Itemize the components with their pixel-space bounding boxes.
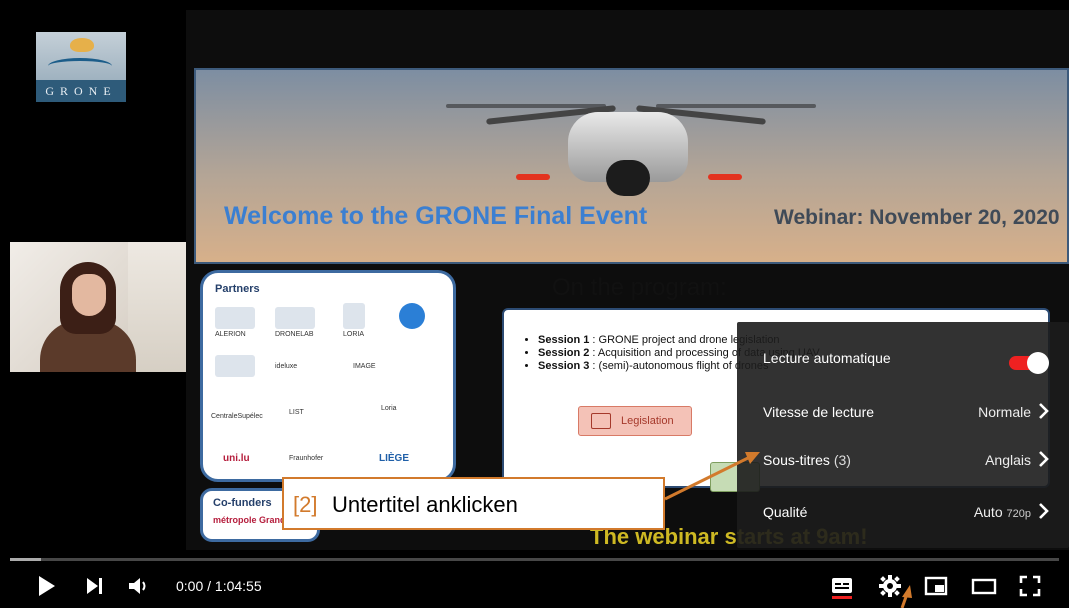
time-display: 0:00 / 1:04:55: [176, 578, 262, 594]
subtitles-label: Sous-titres: [763, 452, 830, 468]
menu-item-quality[interactable]: Qualité Auto 720p: [737, 488, 1069, 536]
chevron-right-icon: [1039, 403, 1049, 419]
legislation-label: Legislation: [578, 406, 692, 436]
settings-menu: Lecture automatique Vitesse de lecture N…: [737, 322, 1069, 548]
quality-value: Auto: [973, 504, 1003, 520]
partners-label: Partners: [215, 283, 260, 295]
scales-icon: [591, 413, 611, 429]
drone-image: [446, 82, 816, 222]
partner-logo: Fraunhofer: [289, 455, 324, 462]
time-separator: /: [203, 578, 215, 594]
video-player[interactable]: GRONE Welcome to the GRONE Final Event W…: [0, 0, 1069, 608]
menu-item-autoplay[interactable]: Lecture automatique: [737, 334, 1069, 382]
cofunders-label: Co-funders: [213, 497, 272, 509]
partner-logo: Loria: [381, 405, 397, 412]
grone-logo: GRONE: [36, 32, 126, 102]
partner-logo: DRONELAB: [275, 331, 314, 338]
control-bar: 0:00 / 1:04:55: [0, 562, 1069, 608]
settings-icon[interactable]: [876, 572, 904, 600]
presenter-webcam: [10, 242, 186, 372]
slide-title: Welcome to the GRONE Final Event: [224, 202, 648, 230]
annotation-number: [2]: [293, 492, 318, 517]
partner-logo: ALERION: [215, 331, 246, 338]
partner-logo: CentraleSupélec: [211, 413, 263, 420]
subtitles-icon[interactable]: [828, 572, 856, 600]
annotation-callout: [2] Untertitel anklicken: [282, 477, 665, 530]
subtitles-count: (3): [833, 452, 851, 468]
theater-icon[interactable]: [970, 572, 998, 600]
partner-logo: LIÈGE: [379, 453, 410, 464]
fullscreen-icon[interactable]: [1016, 572, 1044, 600]
menu-item-subtitles[interactable]: Sous-titres (3) Anglais: [737, 436, 1069, 484]
partner-logo: IMAGE: [353, 363, 376, 370]
grone-logo-text: GRONE: [36, 80, 126, 102]
partners-box: Partners ALERION DRONELAB LORIA ideluxe …: [200, 270, 456, 482]
next-icon[interactable]: [80, 572, 108, 600]
miniplayer-icon[interactable]: [922, 572, 950, 600]
autoplay-toggle[interactable]: [1007, 352, 1049, 374]
menu-item-playback-speed[interactable]: Vitesse de lecture Normale: [737, 388, 1069, 436]
quality-suffix: 720p: [1006, 508, 1031, 520]
partner-logo: uni.lu: [223, 453, 250, 464]
program-title: On the program:: [552, 274, 727, 301]
quality-label: Qualité: [763, 504, 808, 520]
time-total: 1:04:55: [214, 578, 262, 594]
chevron-right-icon: [1039, 451, 1049, 467]
autoplay-label: Lecture automatique: [763, 350, 891, 366]
volume-icon[interactable]: [124, 572, 152, 600]
slide-banner: Welcome to the GRONE Final Event Webinar…: [194, 68, 1069, 264]
partner-logo: LORIA: [343, 331, 365, 338]
chevron-right-icon: [1039, 503, 1049, 519]
subtitles-value: Anglais: [985, 452, 1031, 468]
slide-webinar-date: Webinar: November 20, 2020: [774, 206, 1060, 229]
partner-logo: ideluxe: [275, 363, 298, 370]
time-current: 0:00: [176, 578, 204, 594]
progress-bar[interactable]: [10, 558, 1059, 561]
progress-buffer: [10, 558, 42, 561]
playback-speed-value: Normale: [978, 404, 1031, 420]
partner-logo: LIST: [289, 409, 304, 416]
playback-speed-label: Vitesse de lecture: [763, 404, 875, 420]
annotation-text: Untertitel anklicken: [332, 492, 518, 517]
play-icon[interactable]: [32, 572, 60, 600]
